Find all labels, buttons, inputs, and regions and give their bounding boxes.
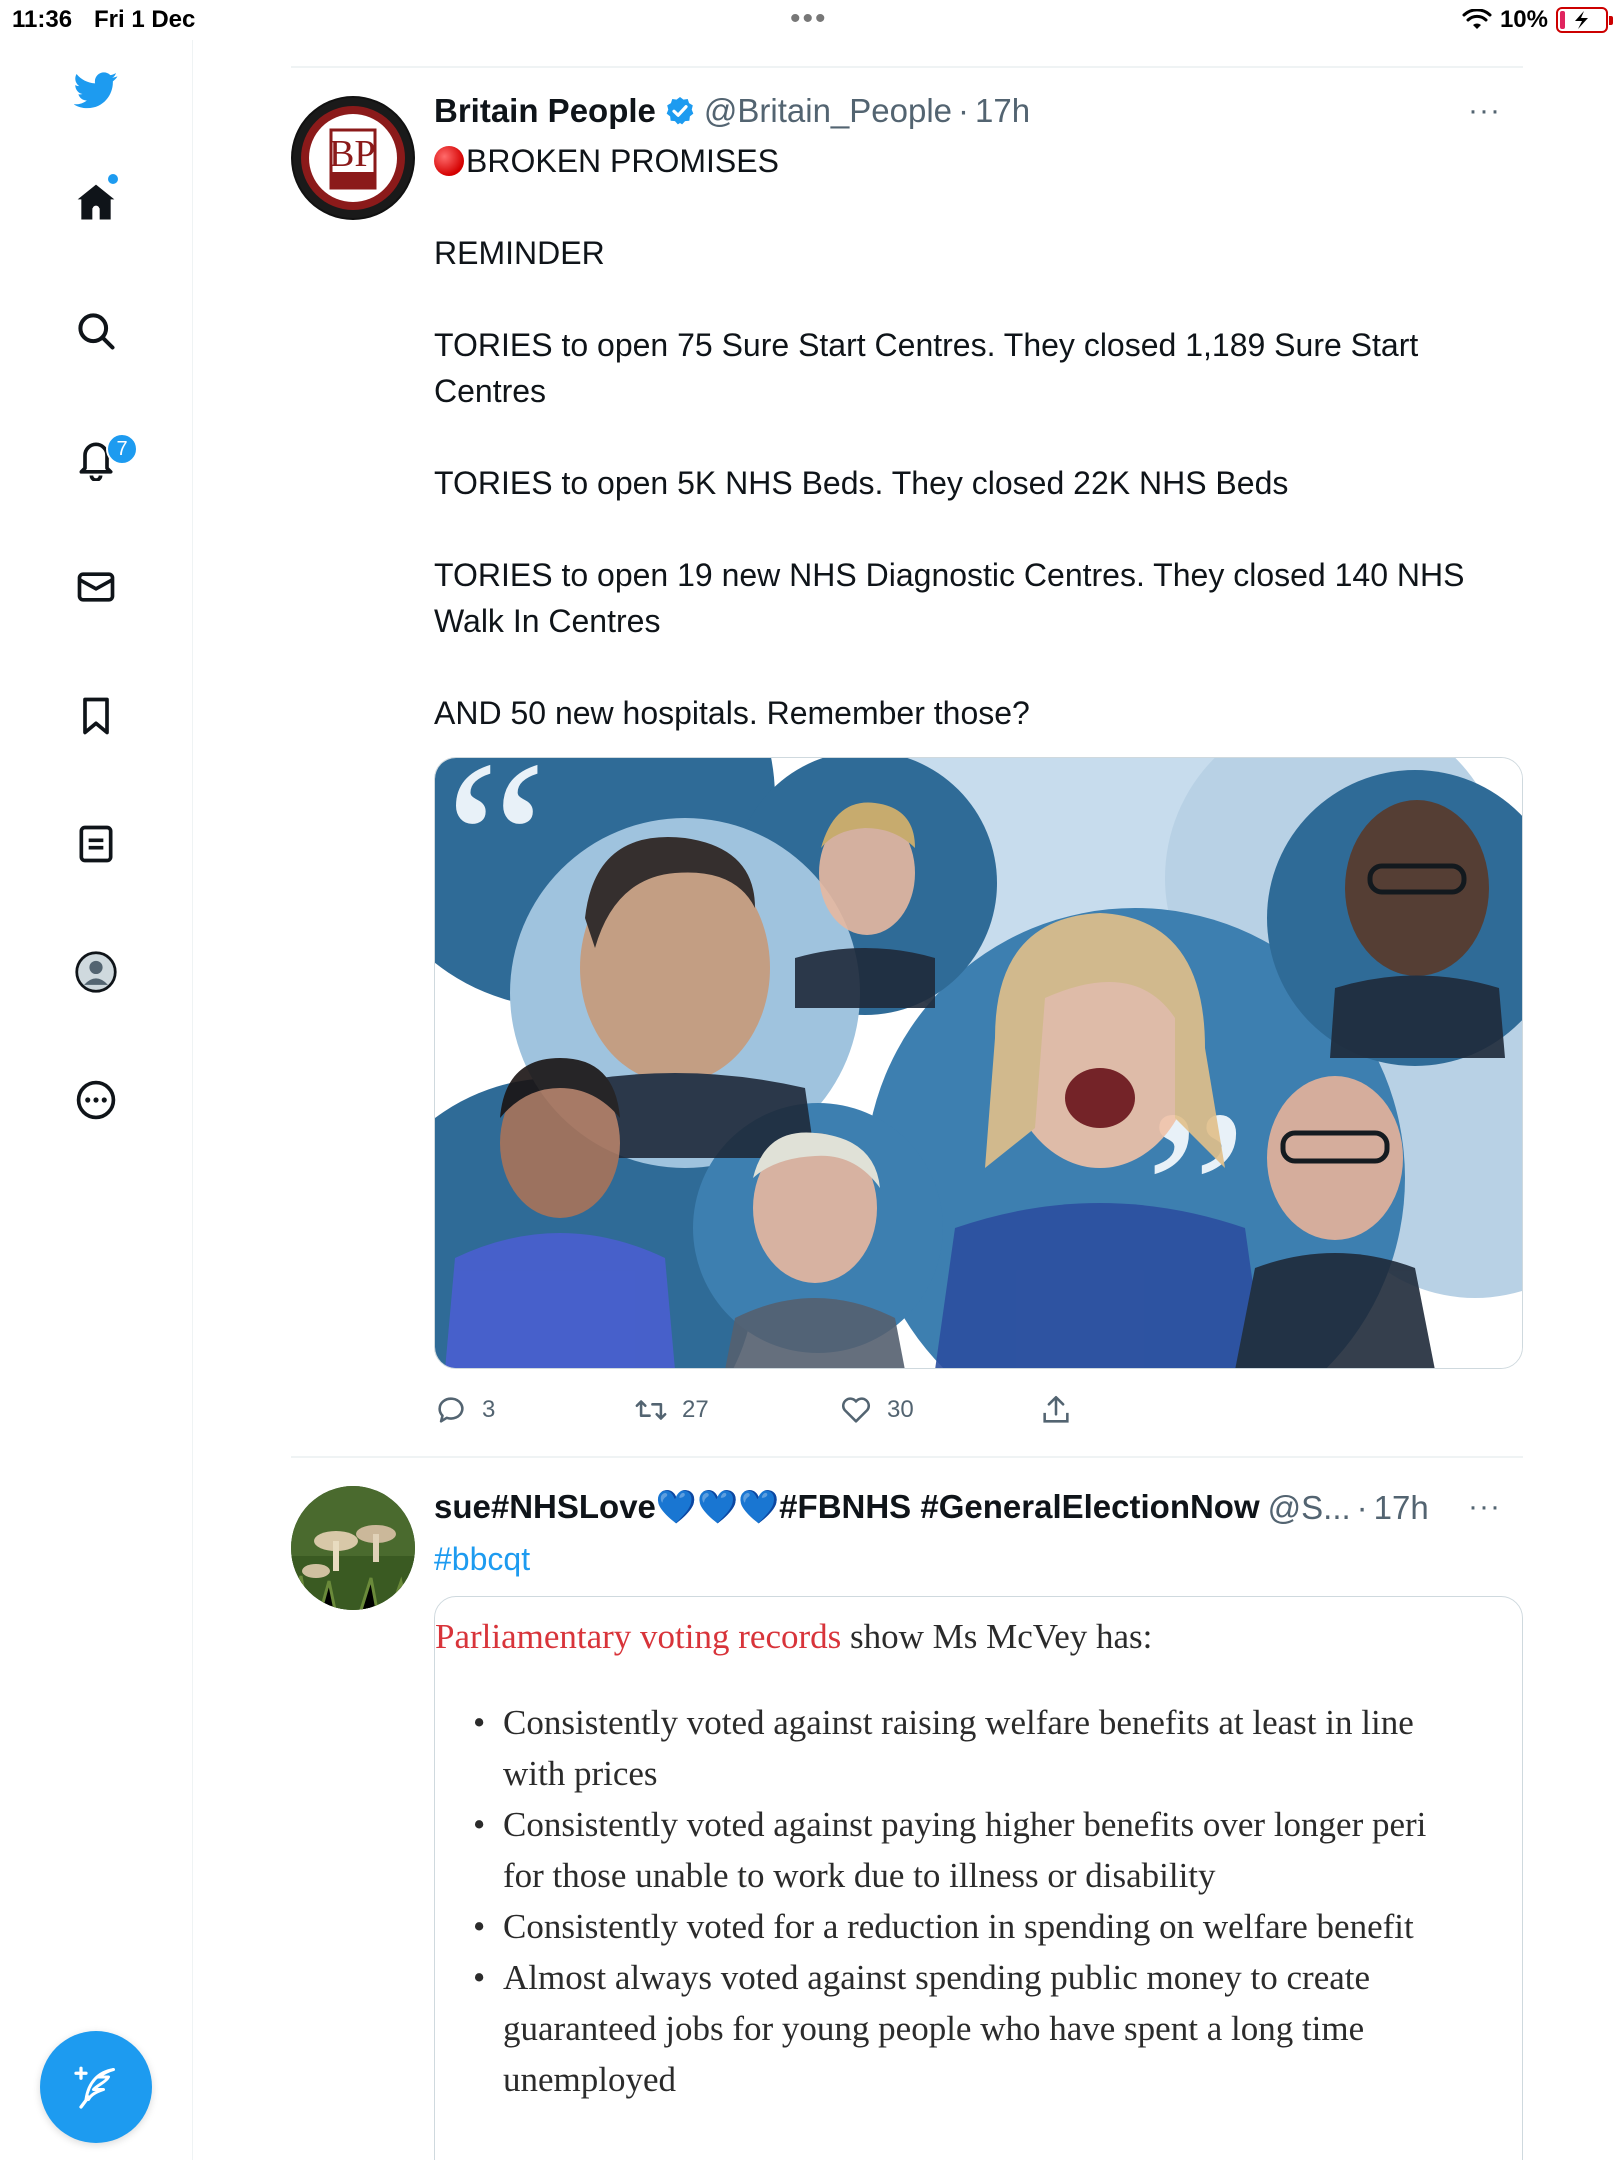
tweet-line: TORIES to open 75 Sure Start Centres. Th… [434, 327, 1419, 363]
compose-tweet-button[interactable] [40, 2031, 152, 2143]
notifications-badge: 7 [106, 433, 138, 465]
retweet-icon [635, 1400, 667, 1420]
sidebar-nav: 7 [0, 40, 193, 2160]
tweet-more-icon[interactable]: ··· [1468, 94, 1501, 128]
share-button[interactable] [1039, 1393, 1087, 1427]
profile-avatar-icon[interactable] [66, 942, 126, 1002]
author-name[interactable]: sue#NHSLove💙💙💙#FBNHS #GeneralElectionNow [434, 1488, 1260, 1527]
status-date: Fri 1 Dec [94, 6, 196, 33]
reply-button[interactable]: 3 [434, 1393, 634, 1427]
battery-percent: 10% [1499, 6, 1548, 33]
twitter-logo-icon[interactable] [66, 60, 126, 120]
tweet-timestamp[interactable]: 17h [1374, 1489, 1429, 1527]
reply-icon [438, 1397, 464, 1423]
tweet-actions: 3 27 30 [434, 1393, 1134, 1427]
doc-intro: Parliamentary voting records show Ms McV… [435, 1617, 1152, 1657]
home-unread-dot [108, 174, 118, 184]
doc-list-item: Consistently voted against raising welfa… [473, 1697, 1522, 1799]
tweet-sue-nhslove[interactable]: sue#NHSLove💙💙💙#FBNHS #GeneralElectionNow… [291, 1476, 1523, 2160]
tweet-header: sue#NHSLove💙💙💙#FBNHS #GeneralElectionNow… [434, 1488, 1429, 1527]
status-time: 11:36 [12, 6, 73, 33]
tweet-line: AND 50 new hospitals. Remember those? [434, 695, 1030, 731]
heart-icon [841, 1397, 871, 1423]
avatar-britain-people[interactable]: BP [291, 96, 415, 220]
header-separator: · [1356, 1488, 1368, 1526]
status-indicators: 10% [1462, 6, 1613, 34]
multitasking-dots-icon[interactable]: ••• [790, 2, 828, 36]
bookmarks-icon[interactable] [66, 686, 126, 746]
politicians-collage-image: “ ” [435, 758, 1522, 1368]
tweet-text: BROKEN PROMISES REMINDER TORIES to open … [434, 138, 1524, 736]
red-circle-emoji-icon [434, 146, 464, 176]
messages-envelope-icon[interactable] [66, 557, 126, 617]
tweet-image-document[interactable]: Parliamentary voting records show Ms McV… [434, 1596, 1523, 2160]
doc-list-item: Consistently voted for a reduction in sp… [473, 1901, 1522, 1952]
like-button[interactable]: 30 [839, 1393, 1039, 1427]
feather-plus-icon [74, 2066, 115, 2109]
doc-list-item: Almost always voted against spending pub… [473, 1952, 1522, 2105]
tweet-text: #bbcqt [434, 1536, 1524, 1582]
doc-list-item: Consistently voted against paying higher… [473, 1799, 1522, 1901]
tweet-line: REMINDER [434, 235, 605, 271]
more-options-icon[interactable] [66, 1070, 126, 1130]
author-handle[interactable]: @S... [1268, 1489, 1351, 1527]
tweet-line: TORIES to open 19 new NHS Diagnostic Cen… [434, 557, 1465, 593]
search-icon[interactable] [66, 301, 126, 361]
avatar-lettering: BP [329, 133, 376, 175]
wifi-icon [1462, 9, 1492, 29]
timeline-divider [291, 66, 1523, 68]
tweet-line: TORIES to open 5K NHS Beds. They closed … [434, 465, 1289, 501]
lists-icon[interactable] [66, 814, 126, 874]
tweet-line: Centres [434, 373, 547, 409]
hashtag-link[interactable]: #bbcqt [434, 1536, 1524, 1582]
retweet-count: 27 [682, 1396, 709, 1423]
verified-badge-icon [666, 97, 694, 125]
header-separator: · [958, 92, 970, 129]
author-name[interactable]: Britain People [434, 92, 656, 130]
tweet-britain-people[interactable]: BP Britain People @Britain_People · 17h … [291, 86, 1523, 1456]
doc-intro-rest: show Ms McVey has: [841, 1617, 1153, 1656]
timeline-divider [291, 1456, 1523, 1458]
tweet-image-collage[interactable]: “ ” [434, 757, 1523, 1369]
doc-intro-link: Parliamentary voting records [435, 1617, 842, 1656]
tweet-header: Britain People @Britain_People · 17h [434, 92, 1030, 130]
like-count: 30 [887, 1396, 914, 1423]
reply-count: 3 [482, 1396, 496, 1423]
svg-text:“: “ [445, 758, 547, 968]
doc-voting-list: Consistently voted against raising welfa… [473, 1697, 1522, 2105]
tweet-more-icon[interactable]: ··· [1468, 1490, 1501, 1524]
status-bar: 11:36 Fri 1 Dec ••• 10% [0, 0, 1620, 40]
avatar-sue[interactable] [291, 1486, 415, 1610]
author-handle[interactable]: @Britain_People [704, 92, 952, 130]
retweet-button[interactable]: 27 [634, 1393, 839, 1427]
tweet-line-headline: BROKEN PROMISES [434, 138, 1524, 184]
share-icon [1043, 1395, 1069, 1423]
tweet-timestamp[interactable]: 17h [975, 92, 1030, 130]
tweet-line: Walk In Centres [434, 603, 661, 639]
battery-icon [1556, 7, 1613, 33]
